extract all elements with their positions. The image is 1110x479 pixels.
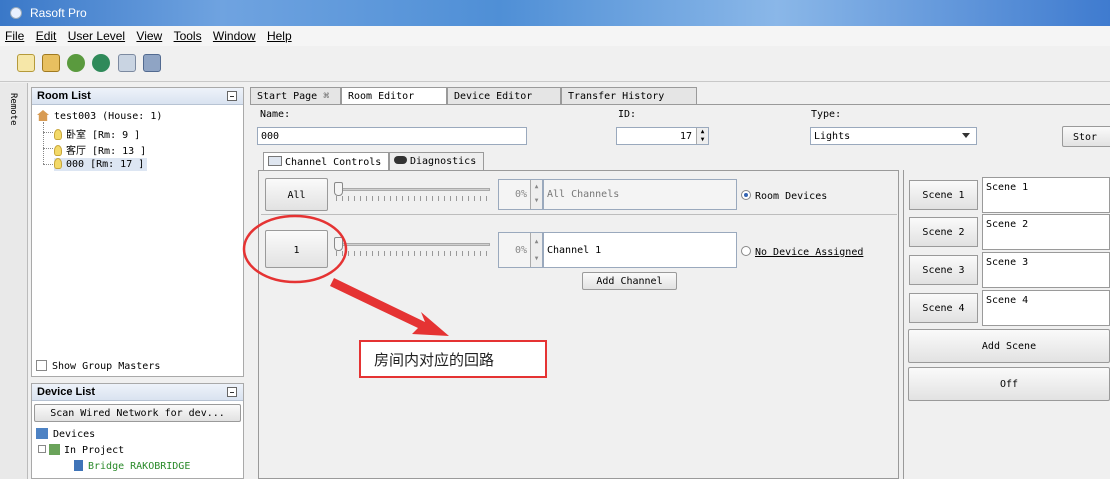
annotation-overlay xyxy=(242,214,449,336)
annotation-arrow xyxy=(330,278,449,336)
annotation-label: 房间内对应的回路 xyxy=(359,340,547,378)
annotation-circle xyxy=(242,214,348,284)
